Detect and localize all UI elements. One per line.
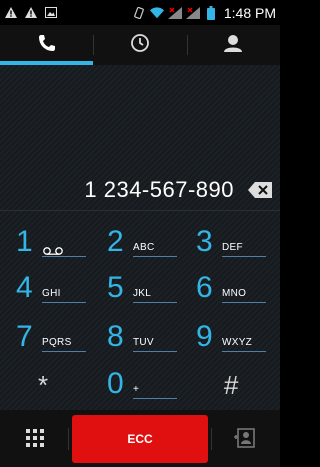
status-bar: 1:48 PM — [0, 0, 280, 25]
status-left-icons — [4, 6, 58, 20]
key-symbol: * — [38, 370, 49, 400]
key-underline — [42, 256, 86, 257]
key-underline — [42, 302, 86, 303]
battery-icon — [204, 5, 218, 20]
key-underline — [133, 302, 177, 303]
key-underline — [133, 256, 177, 257]
dialed-number-row: 1 234-567-890 — [0, 170, 280, 210]
key-2[interactable]: 2 ABC — [99, 220, 185, 264]
key-digit: 2 — [107, 225, 124, 258]
bottom-divider — [68, 428, 69, 450]
tab-contacts[interactable] — [186, 25, 280, 65]
key-letters: DEF — [222, 242, 243, 253]
key-letters: WXYZ — [222, 337, 253, 348]
signal-icon — [167, 6, 182, 20]
key-digit: 4 — [16, 271, 33, 304]
key-underline — [133, 351, 177, 352]
key-6[interactable]: 6 MNO — [188, 266, 274, 310]
add-contact-icon[interactable] — [233, 427, 255, 454]
key-letters: MNO — [222, 288, 247, 299]
key-4[interactable]: 4 GHI — [8, 266, 94, 310]
warning-icon — [4, 6, 18, 20]
key-digit: 7 — [16, 320, 33, 353]
tab-bar — [0, 25, 280, 65]
backspace-icon[interactable] — [248, 182, 272, 198]
key-digit: 0 — [107, 367, 124, 400]
number-divider — [0, 210, 280, 211]
dialed-number: 1 234-567-890 — [84, 177, 234, 202]
key-8[interactable]: 8 TUV — [99, 315, 185, 359]
key-9[interactable]: 9 WXYZ — [188, 315, 274, 359]
clock-icon — [130, 33, 150, 58]
warning-icon — [24, 6, 38, 20]
wifi-icon — [149, 6, 164, 20]
key-letters: PQRS — [42, 337, 72, 348]
key-underline — [133, 398, 177, 399]
key-5[interactable]: 5 JKL — [99, 266, 185, 310]
status-right-icons: 1:48 PM — [132, 5, 276, 21]
voicemail-icon — [42, 242, 64, 260]
key-digit: 3 — [196, 225, 213, 258]
signal-icon — [185, 6, 200, 20]
key-digit: 6 — [196, 271, 213, 304]
bottom-divider — [211, 428, 212, 450]
vibrate-icon — [132, 6, 146, 20]
tab-recent[interactable] — [93, 25, 186, 65]
key-letters: + — [133, 384, 140, 395]
key-0[interactable]: 0 + — [99, 362, 185, 406]
key-7[interactable]: 7 PQRS — [8, 315, 94, 359]
key-underline — [222, 302, 266, 303]
phone-icon — [37, 33, 57, 58]
key-digit: 9 — [196, 320, 213, 353]
key-hash[interactable]: # — [220, 362, 306, 406]
key-digit: 1 — [16, 225, 33, 258]
key-digit: 8 — [107, 320, 124, 353]
key-letters: JKL — [133, 288, 152, 299]
image-icon — [44, 6, 58, 20]
key-underline — [222, 256, 266, 257]
key-letters: ABC — [133, 242, 155, 253]
key-digit: 5 — [107, 271, 124, 304]
key-1[interactable]: 1 — [8, 220, 94, 264]
key-underline — [222, 351, 266, 352]
status-time: 1:48 PM — [223, 4, 276, 21]
key-underline — [42, 351, 86, 352]
tab-phone[interactable] — [0, 25, 94, 65]
key-letters: TUV — [133, 337, 154, 348]
dialpad-toggle-icon[interactable] — [26, 429, 44, 452]
key-symbol: # — [224, 370, 239, 400]
ecc-call-button[interactable]: ECC — [72, 415, 208, 463]
key-3[interactable]: 3 DEF — [188, 220, 274, 264]
key-letters: GHI — [42, 288, 61, 299]
contact-icon — [223, 33, 243, 58]
